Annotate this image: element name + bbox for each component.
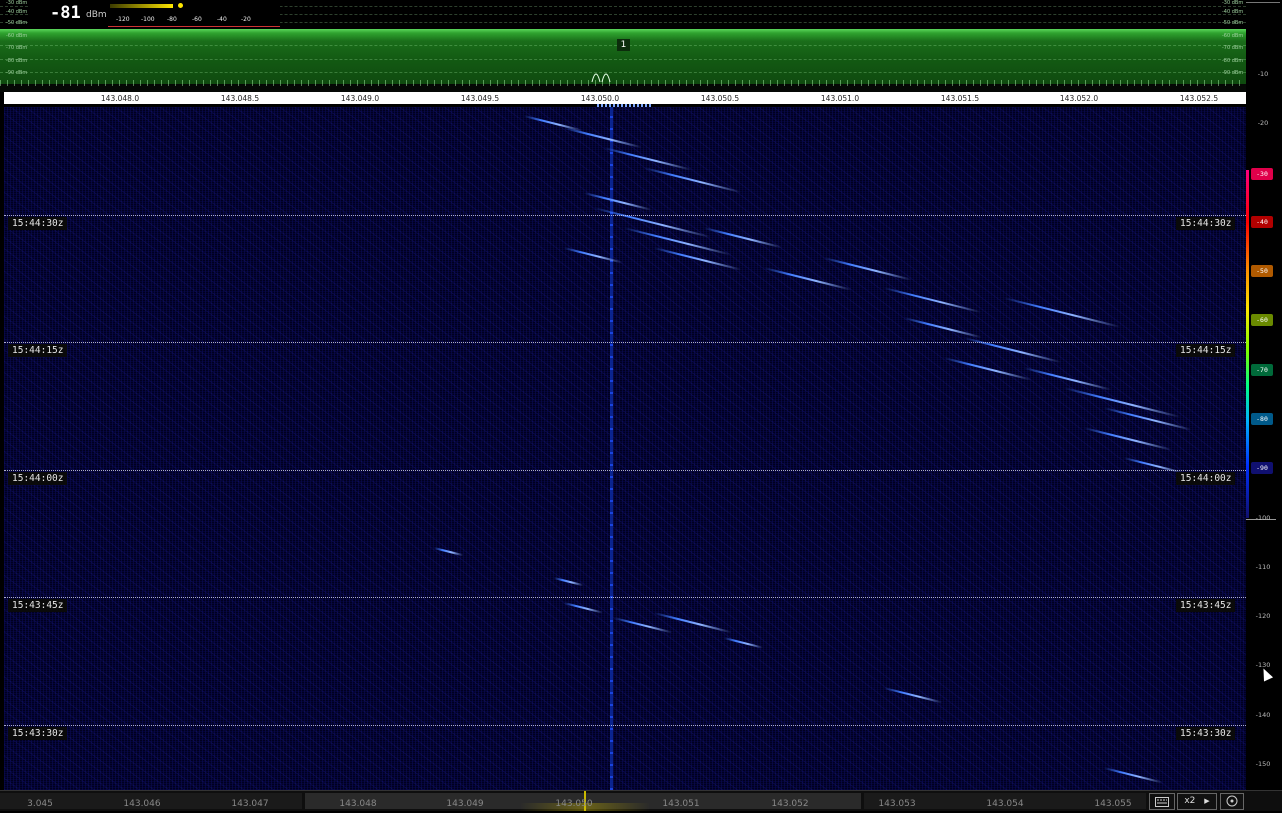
overview-tick: 3.045 [27, 799, 53, 809]
zoom-label: x2 [1184, 796, 1196, 806]
level-label-right: -80 dBm [1222, 58, 1244, 64]
freq-tick-label: 143.051.0 [820, 94, 860, 103]
meter-scale-label: -120 [116, 16, 130, 23]
waterfall-noise [4, 107, 1246, 790]
time-label-right: 15:44:15z [1176, 344, 1236, 357]
overview-tick: 143.049 [446, 799, 484, 809]
scale-label: -10 [1257, 70, 1269, 78]
scale-chip: -60 [1251, 314, 1273, 326]
time-gridline [4, 725, 1246, 726]
level-label-left: -30 dBm [6, 0, 28, 6]
level-label-right: -30 dBm [1222, 0, 1244, 6]
signal-peak-dot [178, 3, 183, 8]
waterfall-display[interactable]: 15:44:30z 15:44:15z 15:44:00z 15:43:45z … [4, 107, 1246, 790]
scale-chip: -40 [1251, 216, 1273, 228]
freq-tick-label: 143.052.0 [1059, 94, 1099, 103]
sdr-receiver-window: -30 dBm -40 dBm -50 dBm -60 dBm -70 dBm … [0, 0, 1282, 811]
time-label-right: 15:44:00z [1176, 472, 1236, 485]
scale-chip: -90 [1251, 462, 1273, 474]
time-gridline [4, 470, 1246, 471]
scale-label: -150 [1255, 760, 1271, 768]
time-label-left: 15:43:45z [8, 599, 68, 612]
level-label-right: -60 dBm [1222, 33, 1244, 39]
freq-tick-label: 143.050.5 [700, 94, 740, 103]
carrier-line [610, 107, 613, 790]
meter-scale-label: -40 [217, 16, 227, 23]
band-overview-bar[interactable]: 3.045 143.046 143.047 143.048 143.049 14… [0, 790, 1282, 811]
scale-chip: -50 [1251, 265, 1273, 277]
time-gridline [4, 597, 1246, 598]
color-gradient-bar[interactable] [1246, 170, 1249, 518]
level-label-right: -40 dBm [1222, 9, 1244, 15]
scale-label: -100 [1255, 514, 1271, 522]
scale-chip: -30 [1251, 168, 1273, 180]
level-label-right: -70 dBm [1222, 45, 1244, 51]
level-label-left: -40 dBm [6, 9, 28, 15]
scale-chip: -80 [1251, 413, 1273, 425]
signal-meter-scale: -120 -100 -80 -60 -40 -20 [108, 14, 280, 27]
level-label-right: -90 dBm [1222, 70, 1244, 76]
scale-top-line [1246, 2, 1280, 3]
freq-tick-label: 143.048.0 [100, 94, 140, 103]
overview-tick: 143.046 [123, 799, 161, 809]
spectrum-passband[interactable] [0, 29, 1246, 84]
time-gridline [4, 342, 1246, 343]
level-gridline [0, 59, 1246, 60]
time-label-left: 15:44:15z [8, 344, 68, 357]
signal-level-bar [110, 4, 173, 8]
overview-tick: 143.054 [986, 799, 1024, 809]
overview-tick: 143.047 [231, 799, 269, 809]
time-label-right: 15:44:30z [1176, 217, 1236, 230]
freq-tick-label: 143.051.5 [940, 94, 980, 103]
frequency-axis[interactable]: 143.048.0 143.048.5 143.049.0 143.049.5 … [4, 92, 1246, 107]
level-label-right: -50 dBm [1222, 20, 1244, 26]
level-label-left: -60 dBm [6, 33, 28, 39]
zoom-selector[interactable]: x2 ▶ [1177, 793, 1217, 810]
scale-label: -20 [1257, 119, 1269, 127]
meter-scale-label: -100 [141, 16, 155, 23]
meter-scale-label: -80 [167, 16, 177, 23]
time-label-left: 15:44:30z [8, 217, 68, 230]
level-label-left: -50 dBm [6, 20, 28, 26]
settings-dial-icon[interactable] [1220, 793, 1244, 810]
signal-level-value: -81 [50, 3, 81, 23]
marker-badge[interactable]: 1 [617, 39, 630, 51]
signal-level-unit: dBm [86, 10, 107, 20]
overview-tick: 143.052 [771, 799, 809, 809]
scale-label: -140 [1255, 711, 1271, 719]
time-label-left: 15:44:00z [8, 472, 68, 485]
time-gridline [4, 215, 1246, 216]
scale-chip: -70 [1251, 364, 1273, 376]
level-label-left: -70 dBm [6, 45, 28, 51]
scale-label: -120 [1255, 612, 1271, 620]
freq-tick-label: 143.052.5 [1179, 94, 1219, 103]
freq-tick-label: 143.050.0 [580, 94, 620, 103]
overview-tick: 143.055 [1094, 799, 1132, 809]
overview-tick: 143.051 [662, 799, 700, 809]
level-label-left: -90 dBm [6, 70, 28, 76]
overview-tick: 143.053 [878, 799, 916, 809]
level-label-left: -80 dBm [6, 58, 28, 64]
freq-tick-label: 143.049.5 [460, 94, 500, 103]
meter-scale-label: -20 [241, 16, 251, 23]
overview-tick: 143.050 [555, 799, 593, 809]
scale-label: -110 [1255, 563, 1271, 571]
meter-scale-label: -60 [192, 16, 202, 23]
time-label-right: 15:43:45z [1176, 599, 1236, 612]
signal-meter: -81 dBm -120 -100 -80 -60 -40 -20 [30, 0, 280, 27]
play-arrow-icon: ▶ [1204, 797, 1210, 805]
freq-tick-label: 143.049.0 [340, 94, 380, 103]
level-gridline [0, 72, 1246, 73]
overview-tick: 143.048 [339, 799, 377, 809]
time-label-right: 15:43:30z [1176, 727, 1236, 740]
freq-tick-label: 143.048.5 [220, 94, 260, 103]
time-label-left: 15:43:30z [8, 727, 68, 740]
spectrum-trace [0, 80, 1246, 86]
signal-peaks [591, 73, 611, 83]
keyboard-icon[interactable] [1149, 793, 1175, 810]
